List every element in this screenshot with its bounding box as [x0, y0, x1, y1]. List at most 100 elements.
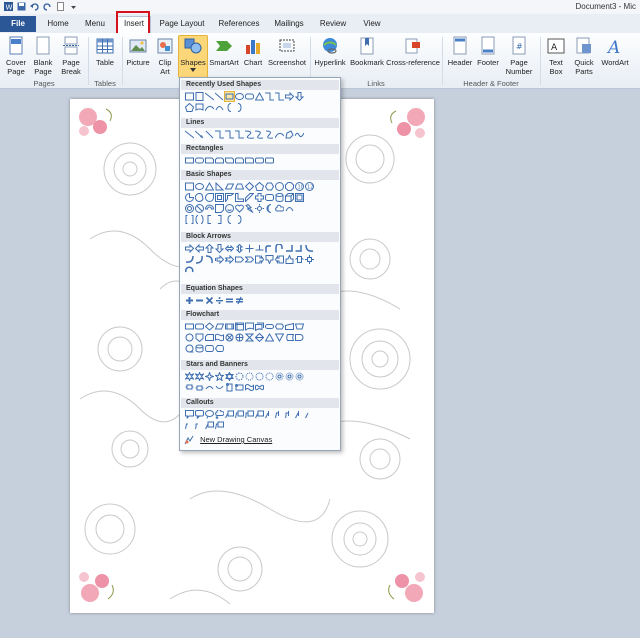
- line-callout-border-accent-shape-icon[interactable]: [205, 421, 214, 430]
- off-page-connector-shape-icon[interactable]: [195, 333, 204, 343]
- oval-callout-shape-icon[interactable]: [205, 410, 214, 419]
- plus-shape-icon[interactable]: [185, 296, 194, 305]
- curved-left-arrow-shape-icon[interactable]: [185, 255, 194, 264]
- left-brace-shape-icon[interactable]: [225, 103, 234, 112]
- rounded-rectangular-callout-shape-icon[interactable]: [195, 410, 204, 419]
- line-callout-3-shape-icon[interactable]: [245, 410, 254, 419]
- bent-arrow-shape-icon[interactable]: [265, 244, 274, 253]
- sort-shape-icon[interactable]: [254, 332, 265, 343]
- elbow-connector-shape-icon[interactable]: [215, 130, 224, 139]
- explosion-shape-icon[interactable]: [184, 371, 195, 382]
- left-right-arrow-callout-shape-icon[interactable]: [295, 255, 304, 264]
- line-callout-3-no-border-shape-icon[interactable]: [195, 421, 204, 430]
- snip-single-corner-rectangle-shape-icon[interactable]: [205, 156, 214, 165]
- manual-operation-shape-icon[interactable]: [294, 322, 305, 331]
- double-brace-shape-icon[interactable]: [195, 215, 204, 224]
- right-brace-shape-icon[interactable]: [235, 103, 244, 112]
- round-single-corner-rectangle-shape-icon[interactable]: [245, 156, 254, 165]
- arc-shape-icon[interactable]: [285, 204, 294, 213]
- pentagon-shape-icon[interactable]: [184, 102, 195, 112]
- right-arrow-shape-icon[interactable]: [185, 243, 195, 254]
- quad-arrow-shape-icon[interactable]: [245, 244, 254, 253]
- double-bracket-shape-icon[interactable]: [185, 215, 194, 224]
- left-right-up-arrow-shape-icon[interactable]: [255, 244, 264, 253]
- line-shape-icon[interactable]: [204, 92, 215, 101]
- line-callout-border-accent-2-shape-icon[interactable]: [215, 421, 224, 430]
- minus-shape-icon[interactable]: [195, 296, 204, 305]
- text-box-button[interactable]: A Text Box: [543, 36, 569, 76]
- delay-shape-icon[interactable]: [295, 333, 304, 342]
- double-wave-shape-icon[interactable]: [255, 383, 264, 392]
- snip-round-rectangle-shape-icon[interactable]: [235, 156, 244, 165]
- redo-icon[interactable]: [43, 2, 52, 11]
- tab-references[interactable]: References: [214, 17, 264, 31]
- left-bracket-shape-icon[interactable]: [205, 215, 214, 224]
- table-button[interactable]: Table: [92, 36, 118, 67]
- curved-connector-shape-icon[interactable]: [244, 130, 255, 139]
- multiply-shape-icon[interactable]: [205, 296, 214, 305]
- smartart-button[interactable]: SmartArt: [208, 36, 240, 67]
- down-arrow-callout-shape-icon[interactable]: [265, 255, 274, 265]
- left-arrow-callout-shape-icon[interactable]: [274, 254, 284, 265]
- multidocument-shape-icon[interactable]: [255, 322, 264, 332]
- arrow-line-shape-icon[interactable]: [194, 130, 204, 139]
- page-break-button[interactable]: Page Break: [58, 36, 84, 76]
- new-drawing-canvas-item[interactable]: New Drawing Canvas: [184, 434, 272, 446]
- screenshot-button[interactable]: Screenshot: [266, 36, 308, 67]
- star-5-point-shape-icon[interactable]: [214, 371, 225, 382]
- elbow-connector-shape-icon[interactable]: [265, 92, 274, 101]
- merge-shape-icon[interactable]: [274, 333, 285, 343]
- chart-button[interactable]: Chart: [242, 36, 264, 67]
- diagonal-stripe-shape-icon[interactable]: [245, 193, 255, 203]
- magnetic-disk-shape-icon[interactable]: [195, 344, 204, 353]
- diamond-shape-icon[interactable]: [244, 181, 255, 192]
- teardrop-shape-icon[interactable]: [205, 193, 214, 202]
- divide-shape-icon[interactable]: [215, 296, 224, 305]
- right-brace-shape-icon[interactable]: [235, 215, 244, 224]
- star-10-point-shape-icon[interactable]: [255, 372, 264, 381]
- plaque-shape-icon[interactable]: [265, 193, 274, 202]
- curved-up-ribbon-shape-icon[interactable]: [205, 383, 214, 392]
- l-shape-icon[interactable]: [235, 193, 244, 202]
- data-shape-icon[interactable]: [214, 322, 225, 331]
- heptagon-shape-icon[interactable]: [275, 182, 284, 191]
- undo-icon[interactable]: [30, 2, 39, 11]
- display-shape-icon[interactable]: [214, 344, 224, 353]
- striped-right-arrow-shape-icon[interactable]: [215, 254, 225, 265]
- star-7-point-shape-icon[interactable]: [235, 372, 244, 381]
- star-8-point-shape-icon[interactable]: [245, 372, 254, 381]
- right-arrow-callout-shape-icon[interactable]: [255, 254, 265, 265]
- line-callout-1-shape-icon[interactable]: [225, 410, 234, 419]
- new-document-icon[interactable]: [56, 2, 65, 11]
- connector-shape-icon[interactable]: [185, 333, 194, 342]
- explosion-2-shape-icon[interactable]: [194, 371, 205, 382]
- donut-shape-icon[interactable]: [185, 204, 194, 213]
- shapes-button[interactable]: Shapes: [178, 35, 208, 78]
- oval-shape-icon[interactable]: [195, 182, 204, 191]
- round-same-side-rectangle-shape-icon[interactable]: [255, 156, 264, 165]
- tab-page-layout[interactable]: Page Layout: [156, 17, 208, 31]
- curved-down-arrow-shape-icon[interactable]: [205, 255, 214, 264]
- rounded-rectangle-shape-icon[interactable]: [245, 92, 254, 101]
- smiley-face-shape-icon[interactable]: [225, 204, 234, 213]
- arc-shape-icon[interactable]: [215, 103, 224, 112]
- cloud-shape-icon[interactable]: [275, 204, 285, 213]
- quick-parts-button[interactable]: Quick Parts: [570, 36, 598, 76]
- dodecagon-shape-icon[interactable]: 12: [305, 182, 314, 191]
- up-arrow-callout-shape-icon[interactable]: [285, 254, 294, 264]
- cube-shape-icon[interactable]: [285, 193, 294, 202]
- star-6-point-shape-icon[interactable]: [225, 371, 234, 382]
- internal-storage-shape-icon[interactable]: [235, 322, 244, 331]
- no-symbol-shape-icon[interactable]: [195, 204, 204, 213]
- summing-junction-shape-icon[interactable]: [225, 333, 234, 342]
- picture-button[interactable]: Picture: [124, 36, 152, 67]
- triangle-shape-icon[interactable]: [254, 91, 265, 101]
- wave-shape-icon[interactable]: [245, 383, 254, 392]
- save-icon[interactable]: [17, 2, 26, 11]
- vertical-textbox-shape-icon[interactable]: [195, 92, 204, 101]
- sequential-access-storage-shape-icon[interactable]: [185, 344, 194, 353]
- bookmark-button[interactable]: Bookmark: [349, 36, 385, 67]
- extract-shape-icon[interactable]: [264, 332, 275, 342]
- tab-menu[interactable]: Menu: [78, 17, 112, 31]
- left-arrow-shape-icon[interactable]: [194, 243, 204, 254]
